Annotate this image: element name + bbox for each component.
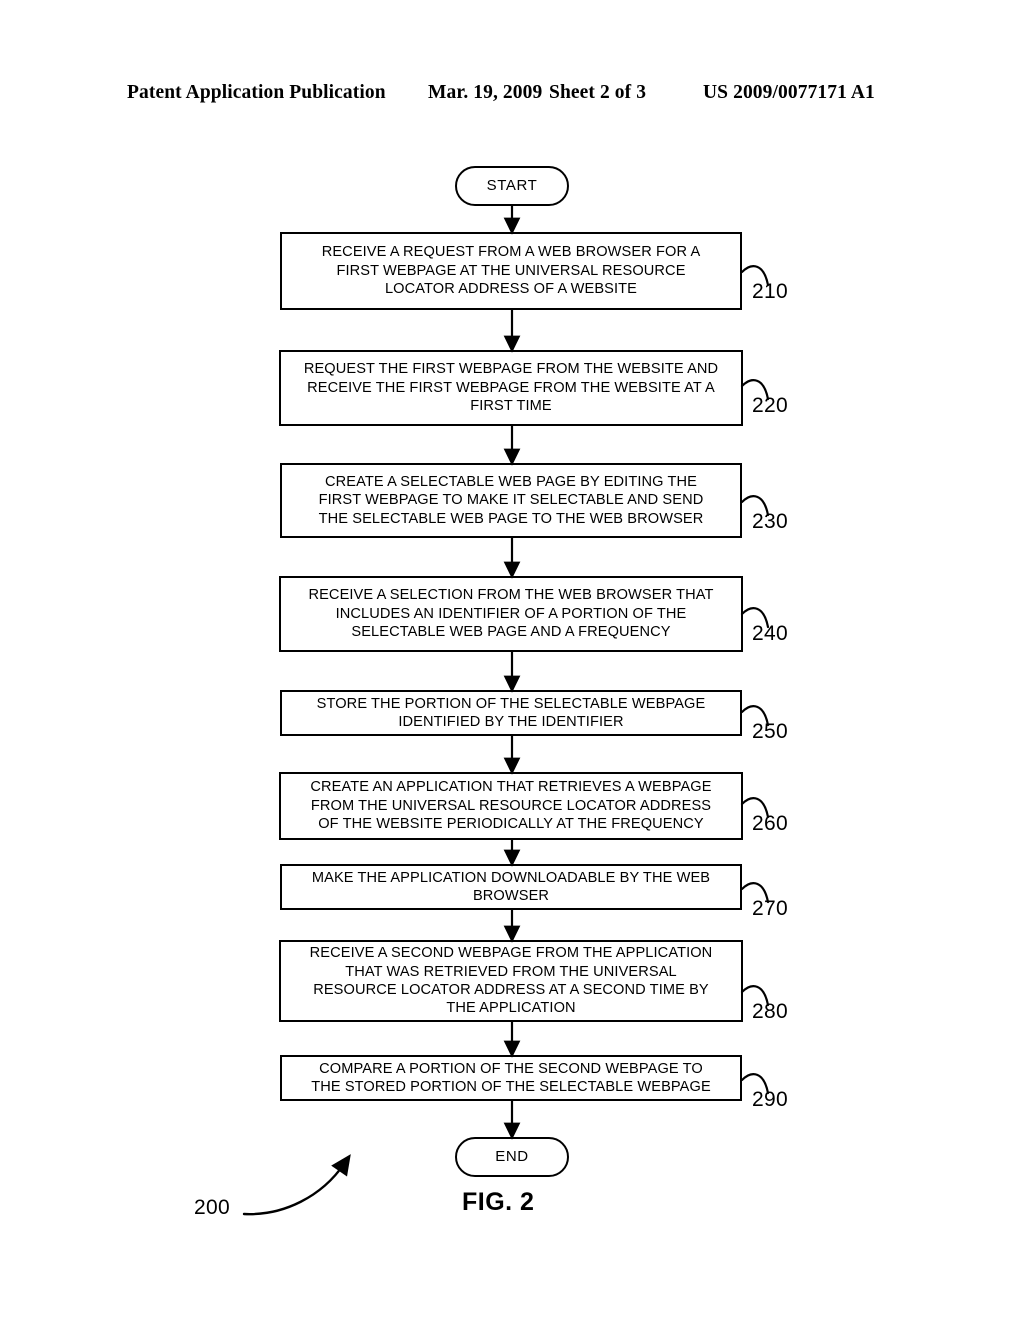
header-publication-number: US 2009/0077171 A1 bbox=[703, 82, 875, 103]
page-header: Patent Application Publication Mar. 19, … bbox=[0, 82, 1024, 110]
diagram-reference-numeral-200: 200 bbox=[194, 1196, 230, 1219]
start-node-label: START bbox=[486, 176, 538, 194]
header-date: Mar. 19, 2009 bbox=[428, 82, 543, 103]
patent-drawing-sheet: Patent Application Publication Mar. 19, … bbox=[0, 0, 1024, 1320]
header-publication-title: Patent Application Publication bbox=[127, 82, 386, 103]
flowchart-connectors bbox=[503, 206, 521, 1140]
end-node-label: END bbox=[495, 1147, 529, 1165]
leader-line-200 bbox=[242, 1154, 351, 1216]
figure-caption: FIG. 2 bbox=[462, 1188, 535, 1216]
reference-hooks bbox=[740, 265, 770, 1095]
header-sheet-number: Sheet 2 of 3 bbox=[549, 82, 647, 103]
